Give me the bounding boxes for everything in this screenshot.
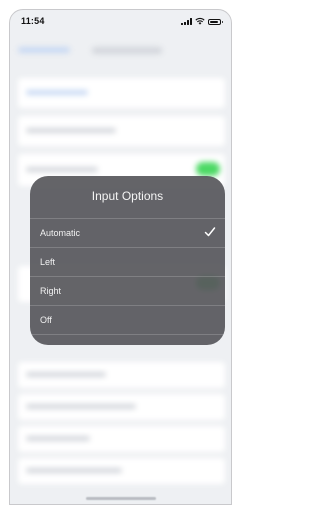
status-icons xyxy=(181,17,223,25)
status-time: 11:54 xyxy=(21,16,45,26)
wifi-icon xyxy=(195,18,205,25)
home-indicator xyxy=(85,497,156,500)
menu-title: Input Options xyxy=(91,189,164,203)
option-label: Off xyxy=(40,315,52,325)
option-label: Left xyxy=(40,257,56,267)
battery-icon xyxy=(208,19,223,25)
option-off[interactable]: Off xyxy=(30,306,225,335)
status-bar: 11:54 xyxy=(10,10,231,32)
option-label: Right xyxy=(40,286,62,296)
option-right[interactable]: Right xyxy=(30,277,225,306)
checkmark-icon xyxy=(204,227,216,237)
option-left[interactable]: Left xyxy=(30,248,225,277)
input-options-menu: Input Options Automatic Left Right Off xyxy=(30,176,225,345)
option-list: Automatic Left Right Off xyxy=(30,218,225,335)
cellular-signal-icon xyxy=(181,18,192,25)
option-label: Automatic xyxy=(40,228,81,238)
option-automatic[interactable]: Automatic xyxy=(30,219,225,248)
